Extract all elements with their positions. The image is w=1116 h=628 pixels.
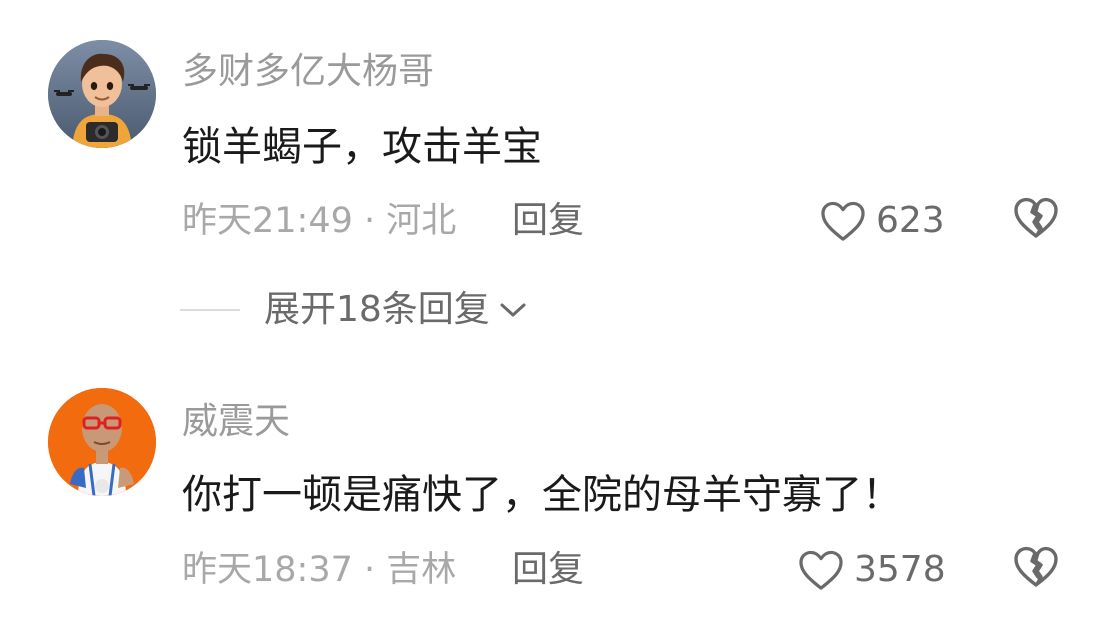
reply-button[interactable]: 回复 xyxy=(512,548,584,592)
expand-replies-label: 展开18条回复 xyxy=(264,289,490,330)
like-button[interactable]: 3578 xyxy=(798,545,946,595)
like-button[interactable]: 623 xyxy=(820,196,945,246)
chevron-down-icon xyxy=(500,303,526,317)
dislike-button[interactable] xyxy=(1012,194,1060,242)
heart-outline-icon xyxy=(799,550,843,590)
boy-with-camera-avatar-icon xyxy=(48,40,156,148)
comment-text: 锁羊蝎子，攻击羊宝 xyxy=(182,124,542,170)
heart-outline-icon xyxy=(821,201,865,241)
comment-text: 你打一顿是痛快了，全院的母羊守寡了！ xyxy=(182,472,902,518)
avatar[interactable] xyxy=(48,388,156,496)
avatar[interactable] xyxy=(48,40,156,148)
username[interactable]: 威震天 xyxy=(182,400,290,444)
dislike-button[interactable] xyxy=(1012,543,1060,591)
broken-heart-icon xyxy=(1014,546,1058,587)
like-count: 3578 xyxy=(854,549,946,590)
like-count: 623 xyxy=(876,200,945,241)
divider xyxy=(180,309,240,311)
reply-button[interactable]: 回复 xyxy=(512,199,584,243)
old-man-basketball-avatar-icon xyxy=(48,388,156,496)
username[interactable]: 多财多亿大杨哥 xyxy=(182,50,434,94)
expand-replies-button[interactable]: 展开18条回复 xyxy=(180,288,528,332)
comment-time-location: 昨天18:37 · 吉林 xyxy=(182,550,457,590)
comment-time-location: 昨天21:49 · 河北 xyxy=(182,201,457,241)
broken-heart-icon xyxy=(1014,197,1058,238)
